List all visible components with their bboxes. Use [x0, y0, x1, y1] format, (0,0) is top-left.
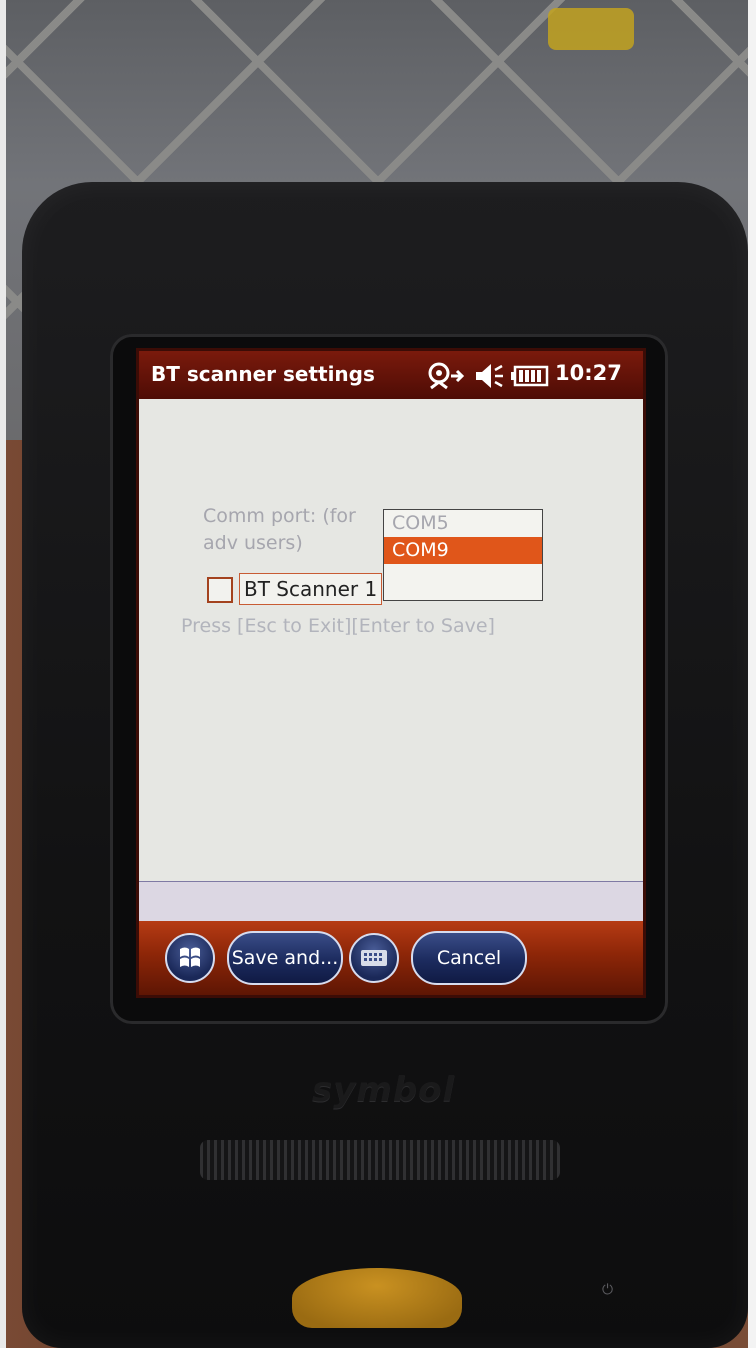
background-object	[548, 8, 634, 50]
softkey-bar: Save and... Cancel an...	[139, 921, 643, 995]
comm-port-list[interactable]: COM5 COM9	[383, 509, 543, 601]
save-softkey-button[interactable]: Save and...	[227, 931, 343, 985]
scanner-checkbox-label[interactable]: BT Scanner 1	[239, 573, 383, 605]
keyboard-button[interactable]	[349, 933, 399, 983]
comm-port-option[interactable]	[384, 564, 542, 591]
title-bar: BT scanner settings 10:27	[139, 351, 643, 399]
comm-port-option[interactable]: COM5	[384, 510, 542, 537]
connectivity-icon[interactable]	[427, 362, 465, 396]
comm-port-label: Comm port: (for adv users)	[203, 505, 356, 554]
start-button[interactable]	[165, 933, 215, 983]
photo-border-left	[0, 0, 6, 1348]
hint-text: Press [Esc to Exit][Enter to Save]	[181, 615, 495, 637]
comm-port-option-selected[interactable]: COM9	[384, 537, 542, 564]
device-brand-logo: symbol	[312, 1070, 456, 1110]
windows-logo-icon	[180, 947, 200, 967]
device-screen: BT scanner settings 10:27 Comm port: (fo…	[136, 348, 646, 998]
photo-border-right	[748, 0, 756, 1348]
window-title: BT scanner settings	[151, 362, 375, 386]
clock[interactable]: 10:27	[555, 361, 622, 385]
scan-trigger-button[interactable]	[292, 1268, 462, 1328]
keyboard-icon	[361, 950, 387, 966]
battery-icon[interactable]	[511, 365, 549, 391]
power-icon[interactable]: ⏻	[602, 1282, 613, 1298]
speaker-grille	[200, 1140, 560, 1180]
input-panel-strip	[139, 881, 643, 922]
speaker-muted-icon[interactable]	[473, 362, 505, 394]
cancel-softkey-button[interactable]: Cancel an...	[411, 931, 527, 985]
scanner-checkbox[interactable]	[207, 577, 233, 603]
